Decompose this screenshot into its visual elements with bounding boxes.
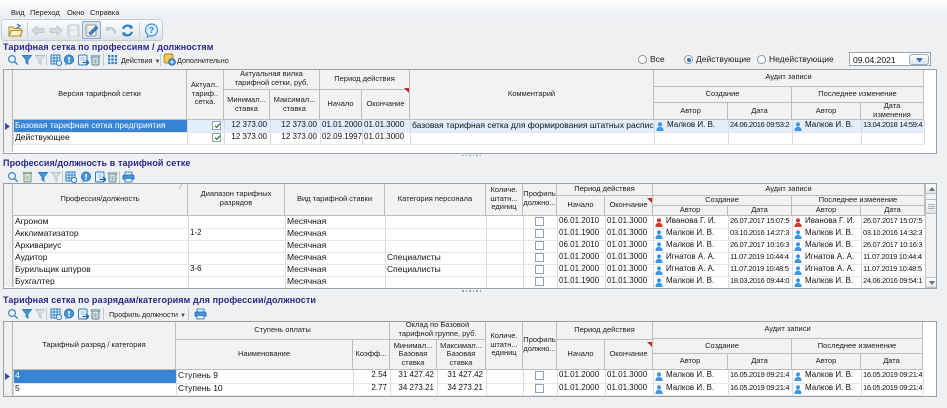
svg-text:?: ? bbox=[149, 25, 154, 35]
